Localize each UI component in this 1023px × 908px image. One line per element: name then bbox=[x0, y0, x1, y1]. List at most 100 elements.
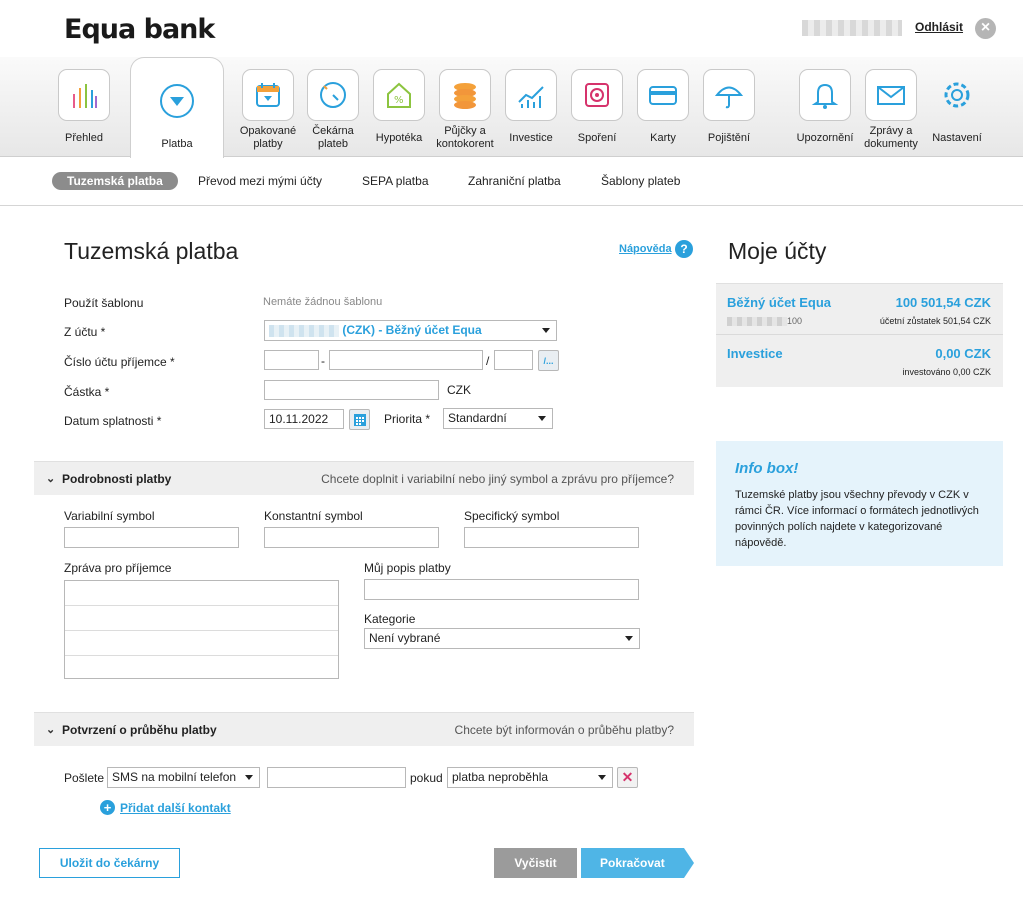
confirmation-section-header[interactable]: ⌄ Potvrzení o průběhu platby Chcete být … bbox=[34, 712, 694, 746]
account-number-blurred bbox=[269, 324, 339, 337]
card-icon bbox=[637, 69, 689, 121]
nav-item-upozorneni[interactable]: Upozornění bbox=[795, 69, 855, 151]
subnav-tuzemska-platba[interactable]: Tuzemská platba bbox=[52, 172, 178, 190]
calendar-button[interactable] bbox=[349, 409, 370, 430]
account-number: 100 bbox=[727, 316, 802, 327]
details-section-header[interactable]: ⌄ Podrobnosti platby Chcete doplnit i va… bbox=[34, 461, 694, 495]
my-accounts-title: Moje účty bbox=[728, 238, 827, 264]
nav-item-pujcky[interactable]: Půjčky a kontokorent bbox=[435, 69, 495, 151]
save-to-waiting-button[interactable]: Uložit do čekárny bbox=[39, 848, 180, 878]
envelope-icon bbox=[865, 69, 917, 121]
continue-button[interactable]: Pokračovat bbox=[581, 848, 694, 878]
send-label: Pošlete bbox=[64, 771, 105, 785]
notification-method-select[interactable]: SMS na mobilní telefon bbox=[107, 767, 260, 788]
recipient-prefix-input[interactable] bbox=[264, 350, 319, 370]
my-description-input[interactable] bbox=[364, 579, 639, 600]
help-icon[interactable]: ? bbox=[675, 240, 693, 258]
calendar-icon bbox=[242, 69, 294, 121]
subnav-prevod[interactable]: Převod mezi mými účty bbox=[198, 174, 322, 188]
recipient-slash: / bbox=[486, 354, 490, 368]
equa-bank-logo[interactable]: Equa bank bbox=[64, 14, 215, 45]
nav-item-platba[interactable]: Platba bbox=[130, 57, 224, 158]
condition-select[interactable]: platba neproběhla bbox=[447, 767, 613, 788]
nav-item-cekarna-plateb[interactable]: Čekárna plateb bbox=[303, 69, 363, 151]
nav-item-nastaveni[interactable]: Nastavení bbox=[927, 69, 987, 151]
due-date-input[interactable]: 10.11.2022 bbox=[264, 409, 344, 429]
nav-item-opakovane-platby[interactable]: Opakované platby bbox=[238, 69, 298, 151]
gear-icon bbox=[931, 69, 983, 121]
variable-symbol-input[interactable] bbox=[64, 527, 239, 548]
add-contact-link[interactable]: + Přidat další kontakt bbox=[100, 800, 231, 816]
nav-item-investice[interactable]: Investice bbox=[501, 69, 561, 151]
recipient-label: Číslo účtu příjemce * bbox=[64, 355, 175, 369]
logout-link[interactable]: Odhlásit bbox=[915, 20, 963, 34]
account-item-investice[interactable]: Investice 0,00 CZK investováno 0,00 CZK bbox=[716, 335, 1003, 385]
currency-label: CZK bbox=[447, 383, 471, 397]
bank-list-button[interactable]: /... bbox=[538, 350, 559, 371]
my-description-label: Můj popis platby bbox=[364, 561, 451, 575]
subnav-sablony[interactable]: Šablony plateb bbox=[601, 174, 680, 188]
nav-item-zpravy[interactable]: Zprávy a dokumenty bbox=[861, 69, 921, 151]
category-select[interactable]: Není vybrané bbox=[364, 628, 640, 649]
amount-label: Částka * bbox=[64, 385, 110, 399]
sub-nav: Tuzemská platba Převod mezi mými účty SE… bbox=[0, 158, 1023, 206]
account-item-bezny[interactable]: Běžný účet Equa 100 501,54 CZK 100 účetn… bbox=[716, 284, 1003, 334]
specific-symbol-label: Specifický symbol bbox=[464, 509, 560, 523]
bell-icon bbox=[799, 69, 851, 121]
nav-item-karty[interactable]: Karty bbox=[633, 69, 693, 151]
clear-button[interactable]: Vyčistit bbox=[494, 848, 577, 878]
specific-symbol-input[interactable] bbox=[464, 527, 639, 548]
svg-text:%: % bbox=[394, 95, 404, 106]
coins-icon bbox=[439, 69, 491, 121]
chevron-down-icon: ⌄ bbox=[46, 724, 56, 736]
contact-input[interactable] bbox=[267, 767, 406, 788]
variable-symbol-label: Variabilní symbol bbox=[64, 509, 155, 523]
constant-symbol-label: Konstantní symbol bbox=[264, 509, 363, 523]
recipient-number-input[interactable] bbox=[329, 350, 483, 370]
message-label: Zpráva pro příjemce bbox=[64, 561, 172, 575]
chevron-down-icon: ⌄ bbox=[46, 473, 56, 485]
calendar-grid-icon bbox=[353, 413, 366, 426]
nav-item-hypoteka[interactable]: % Hypotéka bbox=[369, 69, 429, 151]
message-textarea[interactable] bbox=[64, 580, 339, 679]
page-title: Tuzemská platba bbox=[64, 238, 239, 264]
chart-bars-icon bbox=[58, 69, 110, 121]
nav-item-sporeni[interactable]: Spoření bbox=[567, 69, 627, 151]
constant-symbol-input[interactable] bbox=[264, 527, 439, 548]
line-chart-icon bbox=[505, 69, 557, 121]
nav-item-prehled[interactable]: Přehled bbox=[54, 69, 114, 151]
nav-item-pojisteni[interactable]: Pojištění bbox=[699, 69, 759, 151]
category-label: Kategorie bbox=[364, 612, 416, 626]
amount-input[interactable] bbox=[264, 380, 439, 400]
plus-icon: + bbox=[100, 800, 115, 816]
chevron-down-icon bbox=[538, 416, 546, 421]
template-value: Nemáte žádnou šablonu bbox=[263, 296, 383, 308]
from-account-select[interactable]: (CZK) - Běžný účet Equa bbox=[264, 320, 557, 341]
chevron-down-icon bbox=[625, 636, 633, 641]
clock-icon bbox=[307, 69, 359, 121]
umbrella-icon bbox=[703, 69, 755, 121]
house-percent-icon: % bbox=[373, 69, 425, 121]
payment-down-icon bbox=[151, 75, 203, 127]
template-label: Použít šablonu bbox=[64, 296, 144, 310]
bank-code-input[interactable] bbox=[494, 350, 533, 370]
priority-label: Priorita * bbox=[384, 412, 431, 426]
close-icon: ✕ bbox=[621, 769, 634, 785]
remove-contact-button[interactable]: ✕ bbox=[617, 767, 638, 788]
subnav-sepa[interactable]: SEPA platba bbox=[362, 174, 429, 188]
subnav-zahranicni[interactable]: Zahraniční platba bbox=[468, 174, 561, 188]
info-box: Info box! Tuzemské platby jsou všechny p… bbox=[716, 441, 1003, 566]
help-link[interactable]: Nápověda bbox=[619, 243, 672, 255]
from-account-label: Z účtu * bbox=[64, 325, 106, 339]
chevron-down-icon bbox=[542, 328, 550, 333]
accounts-list: Běžný účet Equa 100 501,54 CZK 100 účetn… bbox=[716, 283, 1003, 387]
chevron-down-icon bbox=[245, 775, 253, 780]
if-label: pokud bbox=[410, 771, 443, 785]
close-icon[interactable]: × bbox=[975, 18, 996, 39]
safe-icon bbox=[571, 69, 623, 121]
recipient-dash: - bbox=[321, 354, 325, 368]
due-date-label: Datum splatnosti * bbox=[64, 414, 162, 428]
user-name bbox=[802, 20, 902, 36]
priority-select[interactable]: Standardní bbox=[443, 408, 553, 429]
chevron-down-icon bbox=[598, 775, 606, 780]
